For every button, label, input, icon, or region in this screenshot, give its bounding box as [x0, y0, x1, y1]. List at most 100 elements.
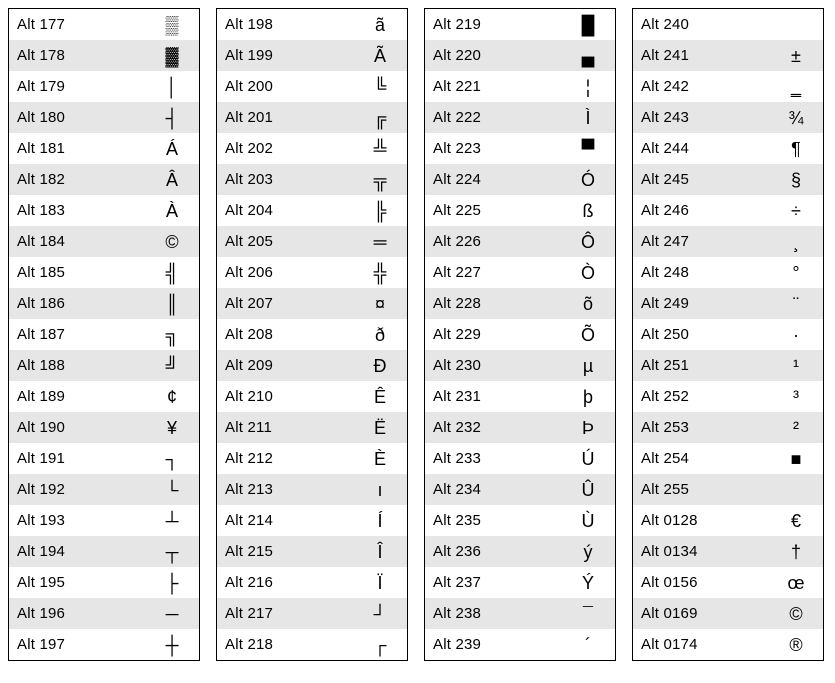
alt-code-symbol: Ë — [353, 419, 407, 437]
alt-code-symbol: ÷ — [769, 202, 823, 220]
table-row: Alt 236ý — [425, 536, 615, 567]
alt-code-label: Alt 247 — [633, 233, 769, 250]
alt-code-label: Alt 254 — [633, 450, 769, 467]
table-row: Alt 210Ê — [217, 381, 407, 412]
table-row: Alt 222Ì — [425, 102, 615, 133]
alt-code-symbol: ð — [353, 326, 407, 344]
alt-code-label: Alt 184 — [9, 233, 145, 250]
alt-code-symbol: © — [769, 605, 823, 623]
alt-code-symbol: ı — [353, 481, 407, 499]
alt-code-label: Alt 237 — [425, 574, 561, 591]
alt-code-label: Alt 190 — [9, 419, 145, 436]
alt-code-label: Alt 211 — [217, 419, 353, 436]
alt-code-label: Alt 199 — [217, 47, 353, 64]
table-row: Alt 189¢ — [9, 381, 199, 412]
table-row: Alt 180┤ — [9, 102, 199, 133]
alt-code-symbol: ─ — [145, 605, 199, 623]
table-row: Alt 241± — [633, 40, 823, 71]
alt-code-label: Alt 220 — [425, 47, 561, 64]
alt-code-label: Alt 245 — [633, 171, 769, 188]
alt-code-label: Alt 0134 — [633, 543, 769, 560]
alt-code-label: Alt 203 — [217, 171, 353, 188]
alt-code-symbol: Ê — [353, 388, 407, 406]
table-row: Alt 254■ — [633, 443, 823, 474]
table-row: Alt 223▀ — [425, 133, 615, 164]
alt-code-symbol: † — [769, 543, 823, 561]
alt-code-label: Alt 0156 — [633, 574, 769, 591]
alt-code-symbol: ╝ — [145, 357, 199, 375]
alt-code-label: Alt 0174 — [633, 636, 769, 653]
alt-code-label: Alt 224 — [425, 171, 561, 188]
alt-code-symbol: │ — [145, 78, 199, 96]
table-row: Alt 179│ — [9, 71, 199, 102]
alt-code-symbol: █ — [561, 16, 615, 34]
alt-code-label: Alt 177 — [9, 16, 145, 33]
alt-code-symbol: ¹ — [769, 357, 823, 375]
alt-code-symbol: ¯ — [561, 605, 615, 623]
alt-code-label: Alt 214 — [217, 512, 353, 529]
alt-code-label: Alt 231 — [425, 388, 561, 405]
alt-code-label: Alt 204 — [217, 202, 353, 219]
table-row: Alt 244¶ — [633, 133, 823, 164]
table-row: Alt 200╚ — [217, 71, 407, 102]
alt-code-symbol: Ù — [561, 512, 615, 530]
alt-code-label: Alt 196 — [9, 605, 145, 622]
alt-code-symbol: ┴ — [145, 512, 199, 530]
alt-code-symbol: ³ — [769, 388, 823, 406]
table-row: Alt 215Î — [217, 536, 407, 567]
alt-code-label: Alt 191 — [9, 450, 145, 467]
table-row: Alt 211Ë — [217, 412, 407, 443]
alt-code-symbol: ║ — [145, 295, 199, 313]
alt-code-symbol: È — [353, 450, 407, 468]
alt-code-label: Alt 255 — [633, 481, 769, 498]
alt-code-label: Alt 234 — [425, 481, 561, 498]
table-row: Alt 219█ — [425, 9, 615, 40]
alt-code-label: Alt 252 — [633, 388, 769, 405]
alt-code-label: Alt 179 — [9, 78, 145, 95]
table-row: Alt 209Ð — [217, 350, 407, 381]
table-row: Alt 177▒ — [9, 9, 199, 40]
alt-code-label: Alt 198 — [217, 16, 353, 33]
table-row: Alt 216Ï — [217, 567, 407, 598]
table-row: Alt 224Ó — [425, 164, 615, 195]
alt-code-symbol: Â — [145, 171, 199, 189]
alt-code-label: Alt 229 — [425, 326, 561, 343]
alt-code-symbol: ▒ — [145, 16, 199, 34]
alt-code-label: Alt 209 — [217, 357, 353, 374]
table-row: Alt 193┴ — [9, 505, 199, 536]
alt-code-symbol: ‗ — [769, 78, 823, 96]
alt-code-label: Alt 251 — [633, 357, 769, 374]
alt-code-symbol: Í — [353, 512, 407, 530]
alt-code-label: Alt 181 — [9, 140, 145, 157]
table-row: Alt 233Ú — [425, 443, 615, 474]
alt-code-symbol: ┌ — [353, 636, 407, 654]
table-row: Alt 182Â — [9, 164, 199, 195]
alt-code-column: Alt 219█Alt 220▄Alt 221¦Alt 222ÌAlt 223▀… — [424, 8, 616, 661]
table-row: Alt 207¤ — [217, 288, 407, 319]
alt-code-symbol: ╣ — [145, 264, 199, 282]
table-row: Alt 196─ — [9, 598, 199, 629]
alt-code-symbol: ¤ — [353, 295, 407, 313]
table-row: Alt 186║ — [9, 288, 199, 319]
alt-code-label: Alt 230 — [425, 357, 561, 374]
alt-code-label: Alt 185 — [9, 264, 145, 281]
alt-code-label: Alt 253 — [633, 419, 769, 436]
table-row: Alt 252³ — [633, 381, 823, 412]
alt-code-column: Alt 177▒Alt 178▓Alt 179│Alt 180┤Alt 181Á… — [8, 8, 200, 661]
alt-code-symbol: ® — [769, 636, 823, 654]
alt-code-label: Alt 216 — [217, 574, 353, 591]
alt-code-label: Alt 246 — [633, 202, 769, 219]
alt-code-label: Alt 223 — [425, 140, 561, 157]
alt-code-symbol: ┐ — [145, 450, 199, 468]
alt-code-label: Alt 226 — [425, 233, 561, 250]
alt-code-label: Alt 195 — [9, 574, 145, 591]
table-row: Alt 213ı — [217, 474, 407, 505]
alt-code-symbol: Ã — [353, 47, 407, 65]
table-row: Alt 195├ — [9, 567, 199, 598]
alt-code-symbol: ╗ — [145, 326, 199, 344]
alt-code-label: Alt 222 — [425, 109, 561, 126]
alt-code-symbol: Ó — [561, 171, 615, 189]
alt-code-label: Alt 248 — [633, 264, 769, 281]
alt-code-label: Alt 192 — [9, 481, 145, 498]
table-row: Alt 192└ — [9, 474, 199, 505]
